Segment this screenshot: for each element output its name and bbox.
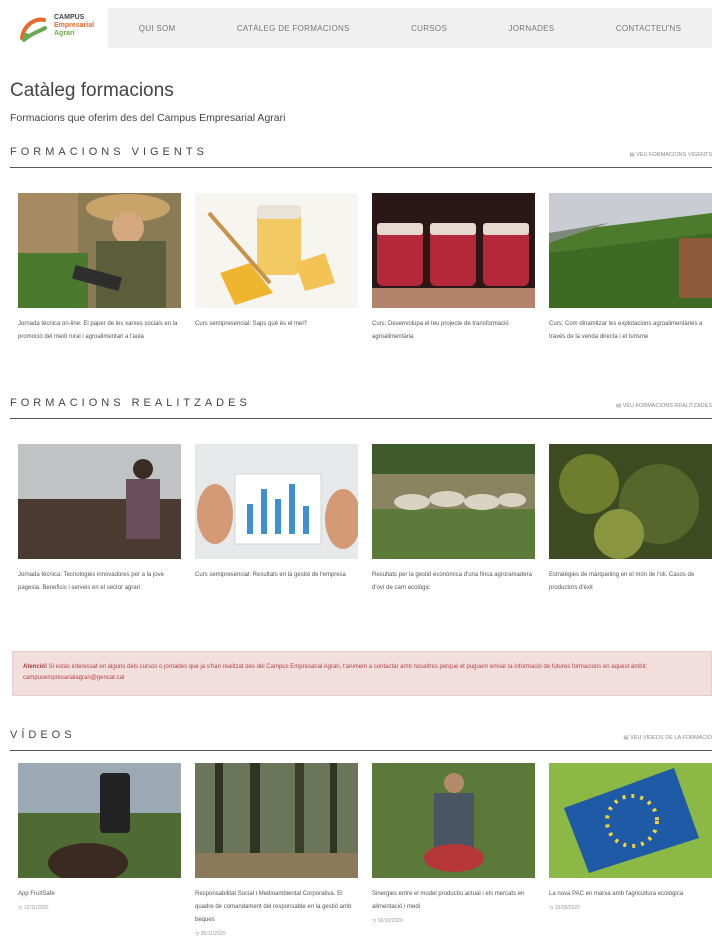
card-image [195,444,361,559]
alert-label: Atenció! [23,664,47,670]
card-realitzada-4[interactable]: Estratègies de màrqueting en el món de l… [549,444,712,595]
top-bar: CAMPUS Empresarial Agrari Qui som Catàle… [0,0,712,58]
logo[interactable]: CAMPUS Empresarial Agrari [14,8,104,48]
section-vigents-link[interactable]: Veu formacions vigents [629,152,712,158]
card-text: App FruitSafe [18,891,55,897]
card-vigent-2[interactable]: Curs semipresencial: Saps què és el mel? [195,193,358,331]
logo-icon [20,17,47,42]
videos-cards: App FruitSafe 12/11/2020 Responsabilitat… [18,763,712,949]
main-nav: Qui som Catàleg de formacions Cursos Jor… [108,8,712,48]
alert-text: Si estàs interessat en alguns dels curso… [23,664,648,681]
card-text: La nova PAC en marxa amb l'agricultura e… [549,891,684,897]
card-date: 05/11/2020 [195,931,358,937]
card-image [372,193,535,308]
logo-text: CAMPUS Empresarial Agrari [54,14,94,38]
nav-jornades[interactable]: Jornades [508,24,554,33]
card-realitzada-1[interactable]: Jornada tècnica: Tecnologies innovadores… [18,444,181,595]
card-image [18,763,181,883]
card-vigent-4[interactable]: Curs: Com dinamitzar les explotacions ag… [549,193,712,344]
card-video-4[interactable]: La nova PAC en marxa amb l'agricultura e… [549,763,712,911]
card-text: Curs semipresencial: Saps què és el mel? [195,321,308,327]
card-text: Sinergies entre el model productiu actua… [372,891,525,910]
section-videos-link[interactable]: Veu vídeos de la formació [623,735,712,741]
card-date: 12/11/2020 [18,905,181,911]
card-date: 02/10/2020 [372,918,535,924]
nav-cursos[interactable]: Cursos [411,24,447,33]
card-image [372,444,535,559]
section-videos-header: VÍDEOS Veu vídeos de la formació [10,729,712,751]
card-image [195,763,358,878]
card-image [195,193,358,308]
card-video-3[interactable]: Sinergies entre el model productiu actua… [372,763,535,924]
card-vigent-3[interactable]: Curs: Desenvolupa el teu projecte de tra… [372,193,535,344]
card-text: Curs semipresencial: Resultats en la ges… [195,572,346,578]
card-video-1[interactable]: App FruitSafe 12/11/2020 [18,763,181,911]
card-text: Jornada tècnica on-line: El paper de les… [18,321,178,340]
section-vigents-header: FORMACIONS VIGENTS Veu formacions vigent… [10,146,712,168]
card-image [18,444,181,559]
card-video-2[interactable]: Responsabilitat Social i Medioambiental … [195,763,358,937]
vigents-cards: Jornada tècnica on-line: El paper de les… [18,193,712,393]
card-image [549,444,712,559]
card-text: Curs: Desenvolupa el teu projecte de tra… [372,321,509,340]
card-image [372,763,535,878]
card-image [549,763,712,878]
card-text: Curs: Com dinamitzar les explotacions ag… [549,321,703,340]
card-text: Responsabilitat Social i Medioambiental … [195,891,352,923]
nav-contacte[interactable]: Contacteu'ns [616,24,681,33]
section-realitzades-header: FORMACIONS REALITZADES Veu formacions re… [10,397,712,419]
nav-cataleg[interactable]: Catàleg de formacions [237,24,350,33]
nav-qui-som[interactable]: Qui som [139,24,176,33]
logo-line-3: Agrari [54,30,75,37]
section-vigents-title: FORMACIONS VIGENTS [10,146,208,158]
realitzades-cards: Jornada tècnica: Tecnologies innovadores… [18,444,712,644]
card-realitzada-3[interactable]: Resultats per la gestió econòmica d'una … [372,444,535,595]
logo-line-1: CAMPUS [54,14,85,21]
card-image [18,193,181,308]
card-vigent-1[interactable]: Jornada tècnica on-line: El paper de les… [18,193,181,344]
section-videos-title: VÍDEOS [10,729,76,741]
section-realitzades-title: FORMACIONS REALITZADES [10,397,251,409]
section-realitzades-link[interactable]: Veu formacions realitzades [616,403,712,409]
card-image [549,193,712,308]
logo-line-2: Empresarial [54,22,95,29]
card-date: 15/09/2020 [549,905,712,911]
card-text: Estratègies de màrqueting en el món de l… [549,572,695,591]
card-text: Resultats per la gestió econòmica d'una … [372,572,532,591]
card-text: Jornada tècnica: Tecnologies innovadores… [18,572,164,591]
card-realitzada-2[interactable]: Curs semipresencial: Resultats en la ges… [195,444,361,582]
page-title: Catàleg formacions [10,80,174,101]
page-subtitle: Formacions que oferim des del Campus Emp… [10,112,286,124]
info-alert: Atenció! Si estàs interessat en alguns d… [12,651,712,696]
